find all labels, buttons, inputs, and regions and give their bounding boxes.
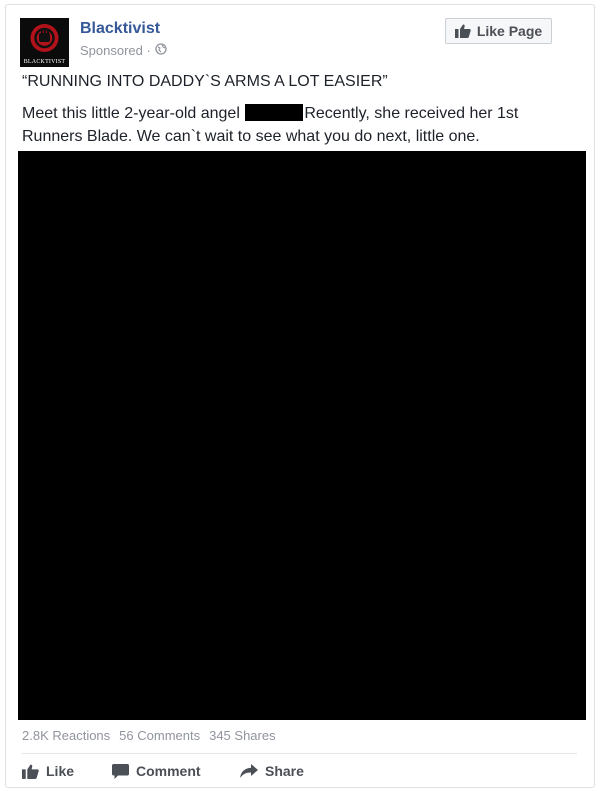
post-headline: “RUNNING INTO DADDY`S ARMS A LOT EASIER”: [22, 73, 388, 90]
reactions-count-link[interactable]: 2.8K Reactions: [22, 728, 110, 743]
engagement-stats: 2.8K Reactions 56 Comments 345 Shares: [22, 728, 276, 743]
thumbs-up-icon: [454, 24, 471, 38]
sponsored-row: Sponsored ·: [80, 43, 167, 58]
like-page-button[interactable]: Like Page: [445, 18, 552, 44]
page-name-link[interactable]: Blacktivist: [80, 20, 160, 38]
avatar-caption: BLACKTIVIST: [23, 59, 66, 65]
globe-icon[interactable]: [155, 43, 167, 58]
comments-count-link[interactable]: 56 Comments: [119, 728, 200, 743]
post-body-text: Meet this little 2-year-old angel Recent…: [22, 102, 582, 148]
divider: [22, 753, 577, 754]
like-button-label: Like: [46, 763, 75, 779]
share-button[interactable]: Share: [240, 763, 304, 779]
sponsored-label: Sponsored ·: [80, 43, 151, 58]
share-button-label: Share: [265, 763, 304, 779]
speech-bubble-icon: [112, 763, 129, 779]
comment-button[interactable]: Comment: [112, 763, 240, 779]
redaction-bar: [245, 104, 304, 121]
like-page-label: Like Page: [476, 23, 543, 39]
shares-count-link[interactable]: 345 Shares: [209, 728, 276, 743]
share-arrow-icon: [240, 764, 258, 778]
page-avatar[interactable]: BLACKTIVIST: [20, 18, 69, 67]
post-body-part1: Meet this little 2-year-old angel: [22, 105, 240, 122]
post-media-image[interactable]: [18, 151, 586, 720]
post-actions-bar: Like Comment Share: [22, 763, 304, 779]
thumbs-up-icon: [22, 764, 39, 779]
like-button[interactable]: Like: [22, 763, 112, 779]
comment-button-label: Comment: [136, 763, 201, 779]
